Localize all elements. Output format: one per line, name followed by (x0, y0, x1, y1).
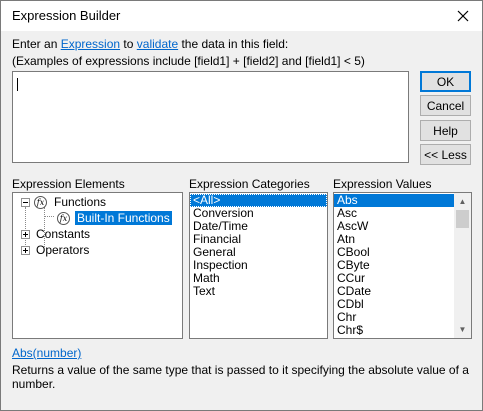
close-icon (457, 10, 469, 22)
close-button[interactable] (450, 4, 476, 28)
tree-label-builtin-functions: Built-In Functions (75, 211, 172, 225)
scroll-down-icon[interactable]: ▼ (454, 321, 471, 338)
elements-tree[interactable]: fx Functions fx Built-In Functions Const… (12, 192, 183, 339)
categories-label: Expression Categories (189, 177, 310, 191)
tree-line (44, 216, 54, 217)
instruction-middle: to (120, 37, 137, 51)
less-button[interactable]: << Less (420, 144, 471, 165)
values-scrollbar[interactable]: ▲ ▼ (454, 193, 471, 338)
expand-icon[interactable] (21, 245, 30, 255)
scroll-up-icon[interactable]: ▲ (454, 193, 471, 210)
tree-label-operators: Operators (36, 243, 90, 257)
categories-list[interactable]: <All> Conversion Date/Time Financial Gen… (189, 192, 328, 339)
instruction-suffix: the data in this field: (178, 37, 289, 51)
instruction-text: Enter an Expression to validate the data… (12, 37, 288, 51)
cancel-button[interactable]: Cancel (420, 95, 471, 116)
text-caret (17, 78, 18, 91)
dialog-title: Expression Builder (12, 8, 121, 23)
value-item[interactable]: Chr$ (334, 324, 454, 337)
title-bar: Expression Builder (1, 1, 482, 31)
expand-icon[interactable] (21, 229, 30, 239)
tree-node-builtin-functions[interactable]: fx Built-In Functions (57, 210, 172, 226)
expression-builder-dialog: Expression Builder Enter an Expression t… (0, 0, 483, 411)
ok-button[interactable]: OK (420, 71, 471, 92)
help-button[interactable]: Help (420, 120, 471, 141)
collapse-icon[interactable] (21, 197, 30, 207)
tree-node-constants[interactable]: Constants (21, 226, 92, 242)
values-list[interactable]: Abs Asc AscW Atn CBool CByte CCur CDate … (333, 192, 472, 339)
tree-node-functions[interactable]: fx Functions (21, 194, 108, 210)
examples-text: (Examples of expressions include [field1… (12, 54, 365, 68)
function-description: Returns a value of the same type that is… (12, 363, 469, 391)
tree-label-constants: Constants (36, 227, 91, 241)
tree-node-operators[interactable]: Operators (21, 242, 91, 258)
values-label: Expression Values (333, 177, 432, 191)
category-item[interactable]: Text (190, 285, 327, 298)
expression-link[interactable]: Expression (61, 37, 120, 51)
elements-label: Expression Elements (12, 177, 125, 191)
function-syntax-link[interactable]: Abs(number) (12, 346, 81, 360)
function-icon: fx (57, 211, 70, 225)
scroll-thumb[interactable] (456, 210, 469, 228)
validate-link[interactable]: validate (137, 37, 178, 51)
tree-label-functions: Functions (54, 195, 107, 209)
function-icon: fx (34, 195, 47, 209)
instruction-prefix: Enter an (12, 37, 61, 51)
expression-input[interactable] (12, 71, 409, 163)
